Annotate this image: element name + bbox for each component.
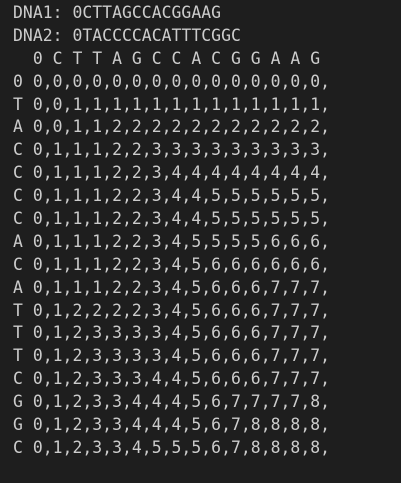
matrix-row: A 0,1,1,1,2,2,3,4,5,6,6,6,7,7,7, <box>13 277 331 297</box>
matrix-row: T 0,0,1,1,1,1,1,1,1,1,1,1,1,1,1, <box>13 94 331 114</box>
matrix-row: C 0,1,2,3,3,4,5,5,5,6,7,8,8,8,8, <box>13 437 331 457</box>
matrix-row: C 0,1,1,1,2,2,3,4,4,5,5,5,5,5,5, <box>13 209 331 229</box>
matrix-row: A 0,1,1,1,2,2,3,4,5,5,5,5,6,6,6, <box>13 231 331 251</box>
matrix-row: G 0,1,2,3,3,4,4,4,5,6,7,7,7,7,8, <box>13 392 331 412</box>
matrix-row: C 0,1,1,1,2,2,3,4,5,6,6,6,6,6,6, <box>13 254 331 274</box>
matrix-row: C 0,1,1,1,2,2,3,3,3,3,3,3,3,3,3, <box>13 140 331 160</box>
matrix-row: C 0,1,1,1,2,2,3,4,4,5,5,5,5,5,5, <box>13 186 331 206</box>
matrix-row: G 0,1,2,3,3,4,4,4,5,6,7,8,8,8,8, <box>13 415 331 435</box>
matrix-row: C 0,1,2,3,3,3,4,4,5,6,6,6,7,7,7, <box>13 369 331 389</box>
dna1-line: DNA1: 0CTTAGCCACGGAAG <box>13 3 222 22</box>
matrix-row: 0 0,0,0,0,0,0,0,0,0,0,0,0,0,0,0, <box>13 71 331 91</box>
matrix-row: T 0,1,2,3,3,3,3,4,5,6,6,6,7,7,7, <box>13 323 331 343</box>
matrix-row: C 0,1,1,1,2,2,3,4,4,4,4,4,4,4,4, <box>13 163 331 183</box>
matrix-row: T 0,1,2,2,2,2,3,4,5,6,6,6,7,7,7, <box>13 300 331 320</box>
matrix-row: A 0,0,1,1,2,2,2,2,2,2,2,2,2,2,2, <box>13 117 331 137</box>
console-output: DNA1: 0CTTAGCCACGGAAG DNA2: 0TACCCCACATT… <box>13 2 401 460</box>
matrix-row: T 0,1,2,3,3,3,3,4,5,6,6,6,7,7,7, <box>13 346 331 366</box>
dna2-line: DNA2: 0TACCCCACATTTCGGC <box>13 25 241 45</box>
matrix-header-row: 0 C T T A G C C A C G G A A G <box>13 48 321 68</box>
